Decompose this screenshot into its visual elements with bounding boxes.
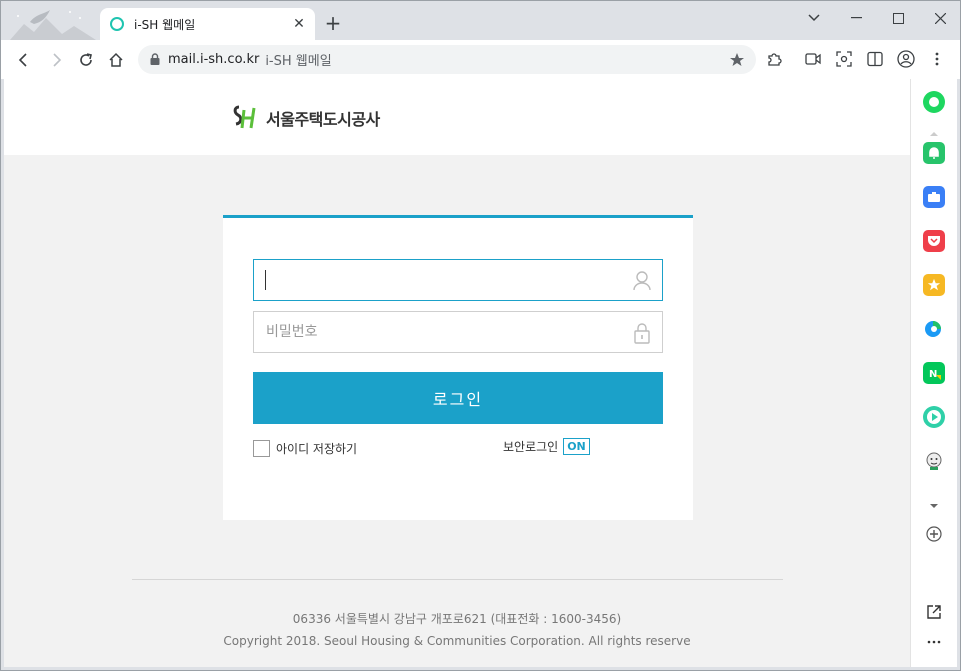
password-field[interactable]: [253, 311, 663, 353]
secure-login-label: 보안로그인: [503, 440, 559, 454]
minimize-icon[interactable]: [835, 1, 877, 35]
side-panel-more-icon[interactable]: [923, 631, 945, 653]
home-icon[interactable]: [102, 46, 130, 74]
favorites-star-icon[interactable]: [923, 274, 945, 296]
whale-app-icon[interactable]: [923, 91, 945, 113]
translate-icon[interactable]: [923, 318, 945, 340]
close-window-icon[interactable]: [919, 1, 961, 35]
naver-memo-icon[interactable]: N: [923, 362, 945, 384]
login-form: 로그인 아이디 저장하기 보안로그인 ON: [223, 215, 693, 520]
extensions-puzzle-icon[interactable]: [760, 45, 788, 73]
forward-icon[interactable]: [42, 46, 70, 74]
tab-close-icon[interactable]: ✕: [287, 12, 311, 36]
reload-icon[interactable]: [72, 46, 100, 74]
notification-bell-icon[interactable]: [923, 142, 945, 164]
webmail-login-page: 서울주택도시공사 로그인 아이디 저장하기 보안로그인 ON 06336 서울특…: [4, 79, 910, 667]
browser-tab[interactable]: i-SH 웹메일 ✕: [100, 8, 315, 40]
tab-favicon-icon: [110, 17, 124, 31]
open-external-icon[interactable]: [923, 601, 945, 623]
scroll-up-icon[interactable]: [923, 129, 945, 139]
text-caret: [265, 270, 266, 290]
profile-icon[interactable]: [892, 45, 920, 73]
media-play-icon[interactable]: [923, 406, 945, 428]
site-logo-text: 서울주택도시공사: [266, 110, 380, 129]
login-button[interactable]: 로그인: [253, 372, 663, 424]
add-app-icon[interactable]: [923, 523, 945, 545]
toolbox-icon[interactable]: [923, 186, 945, 208]
screen-capture-icon[interactable]: [830, 45, 858, 73]
url-text: mail.i-sh.co.kr: [168, 52, 260, 67]
site-header: 서울주택도시공사: [4, 79, 910, 155]
browser-titlebar: i-SH 웹메일 ✕ +: [0, 0, 961, 40]
pocket-icon[interactable]: [923, 230, 945, 252]
maximize-icon[interactable]: [877, 1, 919, 35]
tab-title: i-SH 웹메일: [134, 17, 196, 32]
user-id-input[interactable]: [254, 260, 624, 300]
url-page-title: i-SH 웹메일: [265, 54, 332, 69]
footer-copyright: Copyright 2018. Seoul Housing & Communit…: [223, 634, 691, 648]
site-logo[interactable]: 서울주택도시공사: [232, 104, 380, 132]
video-icon[interactable]: [799, 45, 827, 73]
more-menu-icon[interactable]: [923, 45, 951, 73]
more-apps-dropdown-icon[interactable]: [923, 497, 945, 515]
footer-address: 06336 서울특별시 강남구 개포로621 (대표전화 : 1600-3456…: [292, 612, 622, 626]
save-id-option[interactable]: 아이디 저장하기: [253, 440, 357, 457]
lock-icon[interactable]: [150, 50, 160, 69]
save-id-label: 아이디 저장하기: [276, 442, 358, 456]
bookmark-star-icon[interactable]: [726, 49, 748, 71]
user-icon: [632, 270, 652, 292]
lock-icon: [632, 322, 652, 344]
toolbar-extensions: [760, 45, 951, 73]
new-tab-button[interactable]: +: [320, 10, 346, 36]
browser-toolbar: mail.i-sh.co.kr i-SH 웹메일: [0, 40, 961, 79]
character-avatar-icon[interactable]: [923, 450, 945, 472]
browser-side-panel: N: [910, 79, 957, 667]
footer-divider: [132, 579, 783, 580]
tab-search-icon[interactable]: [793, 1, 835, 35]
back-icon[interactable]: [10, 46, 38, 74]
window-controls: [793, 0, 961, 36]
secure-login-toggle[interactable]: ON: [563, 438, 590, 455]
password-input[interactable]: [254, 312, 624, 352]
svg-text:N: N: [929, 369, 937, 380]
address-bar[interactable]: mail.i-sh.co.kr i-SH 웹메일: [138, 45, 756, 74]
secure-login-option: 보안로그인 ON: [503, 438, 590, 455]
user-id-field[interactable]: [253, 259, 663, 301]
save-id-checkbox[interactable]: [253, 440, 270, 457]
split-view-icon[interactable]: [861, 45, 889, 73]
sh-logo-icon: [233, 105, 256, 129]
browser-theme-artwork: [10, 6, 96, 40]
